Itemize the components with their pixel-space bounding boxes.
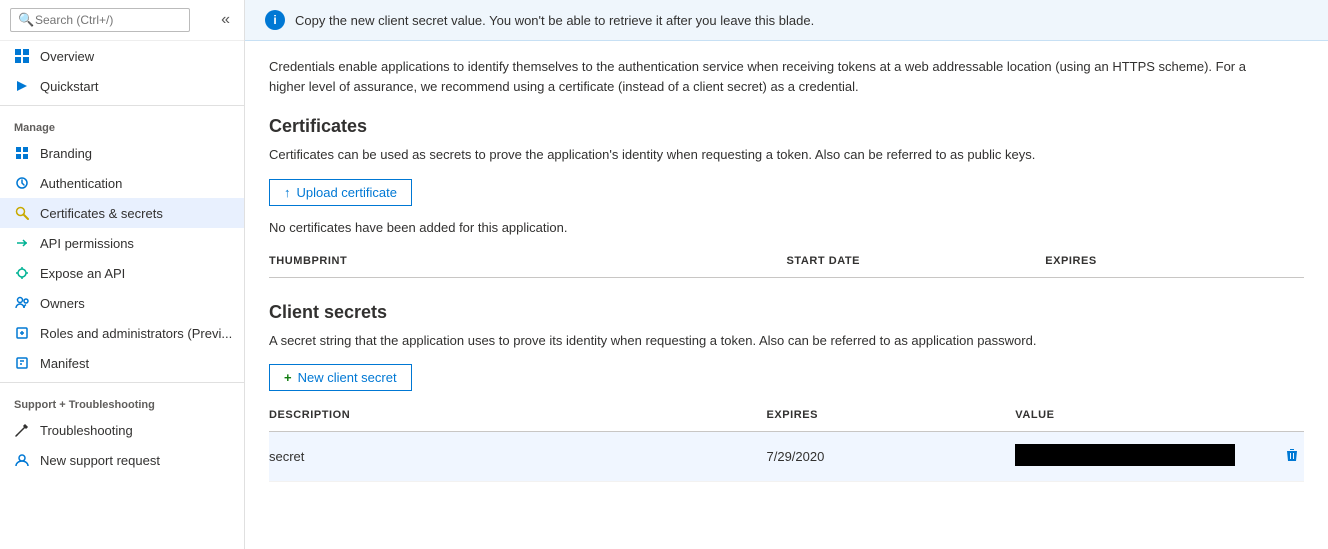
cert-table-header: Thumbprint Start Date Expires — [269, 251, 1304, 278]
sidebar-item-expose-api[interactable]: Expose an API — [0, 258, 244, 288]
sidebar-item-roles[interactable]: Roles and administrators (Previ... — [0, 318, 244, 348]
api-permissions-icon — [14, 235, 30, 251]
search-input[interactable] — [10, 8, 190, 32]
new-support-icon — [14, 452, 30, 468]
secret-value-redacted — [1015, 444, 1235, 466]
sidebar-item-api-permissions[interactable]: API permissions — [0, 228, 244, 258]
nav-divider-1 — [0, 105, 244, 106]
client-secrets-section: Client secrets A secret string that the … — [269, 302, 1304, 483]
sidebar-item-certs-secrets[interactable]: Certificates & secrets — [0, 198, 244, 228]
secrets-col-value: Value — [1015, 405, 1264, 425]
content-area: Credentials enable applications to ident… — [245, 41, 1328, 522]
support-section-label: Support + Troubleshooting — [0, 387, 244, 415]
nav-divider-2 — [0, 382, 244, 383]
certificates-desc: Certificates can be used as secrets to p… — [269, 145, 1304, 165]
upload-cert-label: Upload certificate — [297, 185, 397, 200]
upload-certificate-button[interactable]: ↑ Upload certificate — [269, 179, 412, 206]
new-client-secret-button[interactable]: + New client secret — [269, 364, 412, 391]
secret-value — [1015, 440, 1264, 473]
secrets-col-action — [1264, 405, 1304, 425]
client-secrets-desc: A secret string that the application use… — [269, 331, 1304, 351]
secrets-col-expires: Expires — [767, 405, 1016, 425]
cert-col-expires: Expires — [1045, 251, 1304, 271]
authentication-icon — [14, 175, 30, 191]
collapse-button[interactable]: « — [217, 11, 234, 29]
search-icon: 🔍 — [18, 12, 34, 28]
client-secrets-title: Client secrets — [269, 302, 1304, 323]
secrets-table-header: Description Expires Value — [269, 405, 1304, 432]
sidebar-item-new-support[interactable]: New support request — [0, 445, 244, 475]
main-content: i Copy the new client secret value. You … — [245, 0, 1328, 549]
info-icon: i — [265, 10, 285, 30]
sidebar-item-quickstart[interactable]: Quickstart — [0, 71, 244, 101]
manage-section-label: Manage — [0, 110, 244, 138]
content-intro: Credentials enable applications to ident… — [269, 57, 1249, 96]
upload-icon: ↑ — [284, 185, 291, 200]
quickstart-icon — [14, 78, 30, 94]
secrets-col-description: Description — [269, 405, 767, 425]
troubleshooting-icon — [14, 422, 30, 438]
certificates-section: Certificates Certificates can be used as… — [269, 116, 1304, 278]
new-secret-label: New client secret — [298, 370, 397, 385]
sidebar-item-roles-label: Roles and administrators (Previ... — [40, 326, 232, 341]
sidebar-item-expose-api-label: Expose an API — [40, 266, 125, 281]
sidebar-item-authentication[interactable]: Authentication — [0, 168, 244, 198]
cert-col-thumbprint: Thumbprint — [269, 251, 787, 271]
roles-icon — [14, 325, 30, 341]
sidebar-item-manifest[interactable]: Manifest — [0, 348, 244, 378]
sidebar-item-branding[interactable]: Branding — [0, 138, 244, 168]
sidebar-item-overview[interactable]: Overview — [0, 41, 244, 71]
info-banner: i Copy the new client secret value. You … — [245, 0, 1328, 41]
expose-api-icon — [14, 265, 30, 281]
sidebar-item-owners[interactable]: Owners — [0, 288, 244, 318]
cert-col-start-date: Start Date — [787, 251, 1046, 271]
sidebar-item-quickstart-label: Quickstart — [40, 79, 99, 94]
certificates-title: Certificates — [269, 116, 1304, 137]
certificates-table: Thumbprint Start Date Expires — [269, 251, 1304, 278]
secrets-table: Description Expires Value secret 7/29/20… — [269, 405, 1304, 482]
delete-secret-button[interactable] — [1264, 443, 1304, 471]
search-wrap: 🔍 « — [0, 0, 244, 41]
sidebar-item-authentication-label: Authentication — [40, 176, 122, 191]
overview-icon — [14, 48, 30, 64]
certs-secrets-icon — [14, 205, 30, 221]
sidebar: 🔍 « Overview Quickstart Manage Branding … — [0, 0, 245, 549]
sidebar-item-troubleshooting-label: Troubleshooting — [40, 423, 133, 438]
branding-icon — [14, 145, 30, 161]
secret-row: secret 7/29/2020 — [269, 432, 1304, 482]
banner-message: Copy the new client secret value. You wo… — [295, 13, 814, 28]
manifest-icon — [14, 355, 30, 371]
sidebar-item-owners-label: Owners — [40, 296, 85, 311]
owners-icon — [14, 295, 30, 311]
no-certs-message: No certificates have been added for this… — [269, 220, 1304, 235]
sidebar-item-overview-label: Overview — [40, 49, 94, 64]
secret-description: secret — [269, 445, 767, 468]
sidebar-item-manifest-label: Manifest — [40, 356, 89, 371]
secret-expires: 7/29/2020 — [767, 445, 1016, 468]
sidebar-item-new-support-label: New support request — [40, 453, 160, 468]
sidebar-item-certs-secrets-label: Certificates & secrets — [40, 206, 163, 221]
plus-icon: + — [284, 370, 292, 385]
sidebar-item-troubleshooting[interactable]: Troubleshooting — [0, 415, 244, 445]
sidebar-item-branding-label: Branding — [40, 146, 92, 161]
sidebar-item-api-permissions-label: API permissions — [40, 236, 134, 251]
